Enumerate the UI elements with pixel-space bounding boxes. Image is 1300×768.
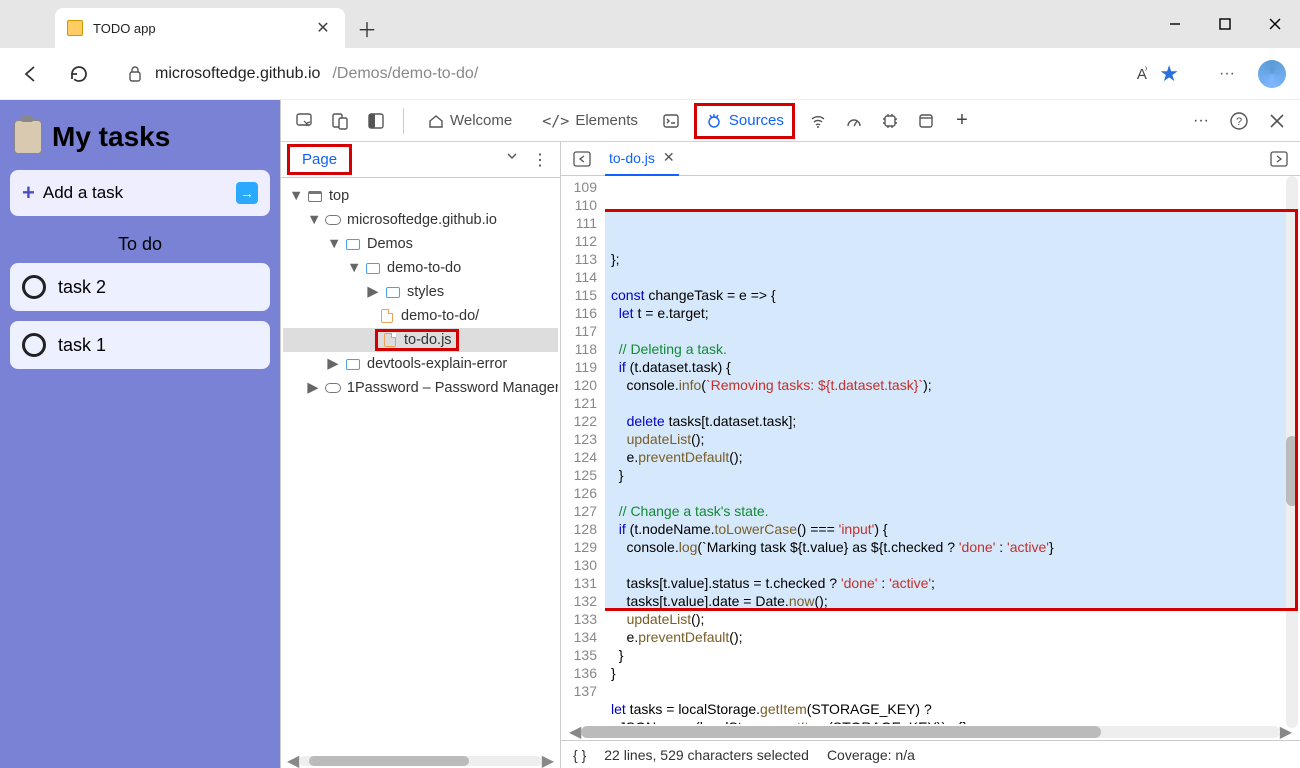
task-item[interactable]: task 2 xyxy=(10,263,270,311)
tab-title: TODO app xyxy=(93,21,303,36)
tab-favicon-icon xyxy=(67,20,83,36)
browser-tab[interactable]: TODO app ✕ xyxy=(55,8,345,48)
memory-icon[interactable] xyxy=(877,108,903,134)
console-icon[interactable] xyxy=(658,108,684,134)
performance-icon[interactable] xyxy=(841,108,867,134)
file-tree: ▼top ▼microsoftedge.github.io ▼Demos ▼de… xyxy=(281,178,560,754)
back-button[interactable] xyxy=(14,57,48,91)
navigator-pane: Page ⋮ ▼top ▼microsoftedge.github.io ▼De… xyxy=(281,142,561,768)
todo-app: My tasks + Add a task To do task 2 task 1 xyxy=(0,100,280,768)
tree-top[interactable]: ▼top xyxy=(283,184,558,208)
task-checkbox[interactable] xyxy=(22,275,46,299)
copilot-icon[interactable] xyxy=(1258,60,1286,88)
url-field[interactable]: microsoftedge.github.io/Demos/demo-to-do… xyxy=(110,55,1196,93)
network-icon[interactable] xyxy=(805,108,831,134)
browser-titlebar: TODO app ✕ ＋ xyxy=(0,0,1300,48)
tree-styles[interactable]: ▶styles xyxy=(283,280,558,304)
braces-icon[interactable]: { } xyxy=(573,747,586,763)
navigator-page-tab[interactable]: Page xyxy=(287,144,352,175)
more-tools-button[interactable]: ··· xyxy=(1188,108,1214,134)
favorite-icon[interactable]: ★ xyxy=(1159,61,1179,87)
tree-demos[interactable]: ▼Demos xyxy=(283,232,558,256)
url-path: /Demos/demo-to-do/ xyxy=(332,65,478,83)
svg-text:?: ? xyxy=(1236,116,1242,128)
hide-navigator-button[interactable] xyxy=(569,146,595,172)
tab-close-button[interactable]: ✕ xyxy=(313,18,333,38)
task-checkbox[interactable] xyxy=(22,333,46,357)
tree-domain[interactable]: ▼microsoftedge.github.io xyxy=(283,208,558,232)
dock-icon[interactable] xyxy=(363,108,389,134)
devtools-tabbar: Welcome </>Elements Sources + ··· ? xyxy=(281,100,1300,142)
window-controls xyxy=(1150,0,1300,48)
show-debugger-button[interactable] xyxy=(1266,146,1292,172)
navigator-dropdown-button[interactable] xyxy=(506,150,518,170)
read-aloud-icon[interactable]: A⁾⁾ xyxy=(1137,65,1145,83)
inspect-icon[interactable] xyxy=(291,108,317,134)
add-tab-button[interactable]: + xyxy=(949,108,975,134)
tab-sources[interactable]: Sources xyxy=(694,103,795,139)
source-tab-to-do-js[interactable]: to-do.js✕ xyxy=(605,142,679,176)
tree-1password[interactable]: ▶1Password – Password Manager xyxy=(283,376,558,400)
new-tab-button[interactable]: ＋ xyxy=(351,12,383,44)
code-content[interactable]: }; const changeTask = e => { let t = e.t… xyxy=(605,176,1300,724)
site-info-icon[interactable] xyxy=(127,65,143,83)
devtools-panel: Welcome </>Elements Sources + ··· ? Page xyxy=(280,100,1300,768)
device-icon[interactable] xyxy=(327,108,353,134)
line-gutter: 1091101111121131141151161171181191201211… xyxy=(561,176,605,724)
tab-elements[interactable]: </>Elements xyxy=(532,100,648,142)
add-task-button[interactable]: + Add a task xyxy=(10,170,270,216)
tree-to-do-js[interactable]: to-do.js xyxy=(283,328,558,352)
app-heading: My tasks xyxy=(14,120,266,154)
tree-devtools-explain[interactable]: ▶devtools-explain-error xyxy=(283,352,558,376)
help-button[interactable]: ? xyxy=(1226,108,1252,134)
add-task-label: Add a task xyxy=(43,183,123,203)
maximize-button[interactable] xyxy=(1200,0,1250,48)
url-host: microsoftedge.github.io xyxy=(155,65,320,83)
code-editor[interactable]: 1091101111121131141151161171181191201211… xyxy=(561,176,1300,724)
tab-welcome[interactable]: Welcome xyxy=(418,100,522,142)
task-item[interactable]: task 1 xyxy=(10,321,270,369)
section-heading: To do xyxy=(10,234,270,255)
tree-demo-to-do-slash[interactable]: demo-to-do/ xyxy=(283,304,558,328)
clipboard-icon xyxy=(14,120,42,154)
tree-demo-to-do[interactable]: ▼demo-to-do xyxy=(283,256,558,280)
address-bar: microsoftedge.github.io/Demos/demo-to-do… xyxy=(0,48,1300,100)
coverage-status: Coverage: n/a xyxy=(827,747,915,763)
application-icon[interactable] xyxy=(913,108,939,134)
navigator-header: Page ⋮ xyxy=(281,142,560,178)
source-tabbar: to-do.js✕ xyxy=(561,142,1300,176)
editor-hscroll[interactable]: ◀▶ xyxy=(561,724,1300,740)
app-heading-text: My tasks xyxy=(52,121,170,153)
close-window-button[interactable] xyxy=(1250,0,1300,48)
navigator-more-button[interactable]: ⋮ xyxy=(532,150,548,170)
submit-icon[interactable] xyxy=(236,182,258,204)
navigator-hscroll[interactable]: ◀▶ xyxy=(281,754,560,768)
selection-status: 22 lines, 529 characters selected xyxy=(604,747,809,763)
minimize-button[interactable] xyxy=(1150,0,1200,48)
status-bar: { } 22 lines, 529 characters selected Co… xyxy=(561,740,1300,768)
menu-button[interactable]: ··· xyxy=(1210,57,1244,91)
refresh-button[interactable] xyxy=(62,57,96,91)
source-pane: to-do.js✕ 109110111112113114115116117118… xyxy=(561,142,1300,768)
task-label: task 1 xyxy=(58,335,106,356)
plus-icon: + xyxy=(22,180,35,206)
close-devtools-button[interactable] xyxy=(1264,108,1290,134)
task-label: task 2 xyxy=(58,277,106,298)
close-source-tab[interactable]: ✕ xyxy=(663,149,675,166)
editor-vscroll[interactable] xyxy=(1286,176,1298,728)
